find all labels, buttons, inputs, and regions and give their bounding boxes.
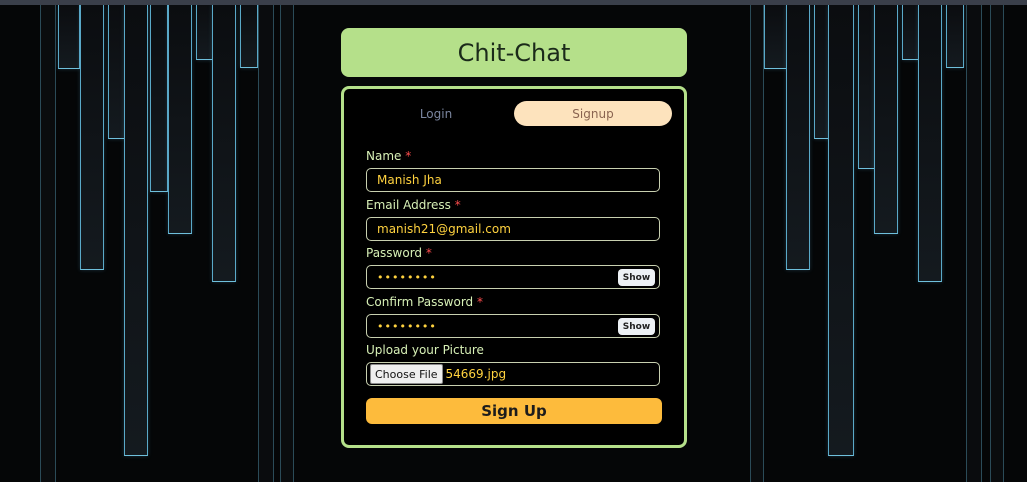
- selected-file-name: 54669.jpg: [445, 367, 507, 381]
- name-label: Name *: [366, 149, 411, 163]
- background-bar: [58, 5, 80, 69]
- background-bar: [750, 5, 764, 482]
- email-label-text: Email Address: [366, 198, 451, 212]
- background-bar: [764, 5, 788, 69]
- required-mark: *: [477, 295, 483, 309]
- tab-signup[interactable]: Signup: [514, 101, 672, 126]
- confirm-password-label-text: Confirm Password: [366, 295, 474, 309]
- choose-file-button[interactable]: Choose File: [370, 364, 443, 384]
- background-bar: [786, 5, 810, 270]
- show-confirm-password-button[interactable]: Show: [618, 318, 655, 335]
- background-bar: [874, 5, 898, 234]
- background-bar: [966, 5, 982, 482]
- background-bar: [258, 5, 274, 482]
- confirm-password-label: Confirm Password *: [366, 295, 483, 309]
- required-mark: *: [454, 198, 461, 212]
- sign-up-button[interactable]: Sign Up: [366, 398, 662, 424]
- password-field[interactable]: •••••••• Show: [366, 265, 660, 289]
- background-bar: [40, 5, 56, 482]
- required-mark: *: [425, 246, 432, 260]
- email-value: manish21@gmail.com: [377, 222, 511, 236]
- app-title: Chit-Chat: [457, 38, 571, 67]
- required-mark: *: [405, 149, 412, 163]
- background-bar: [280, 5, 294, 482]
- background-bar: [828, 5, 854, 456]
- background-bar: [946, 5, 964, 68]
- show-password-button[interactable]: Show: [618, 269, 655, 286]
- background-bar: [150, 5, 168, 192]
- background-bar: [240, 5, 258, 68]
- email-field[interactable]: manish21@gmail.com: [366, 217, 660, 241]
- background-bar: [212, 5, 236, 282]
- app-title-banner: Chit-Chat: [341, 28, 687, 77]
- signup-card: Login Signup Name * Manish Jha Email Add…: [341, 86, 687, 448]
- name-label-text: Name: [366, 149, 402, 163]
- name-field[interactable]: Manish Jha: [366, 168, 660, 192]
- background-bar: [168, 5, 192, 234]
- picture-upload-field[interactable]: Choose File 54669.jpg: [366, 362, 660, 386]
- tab-login[interactable]: Login: [360, 101, 512, 126]
- password-value: ••••••••: [377, 270, 437, 284]
- name-value: Manish Jha: [377, 173, 442, 187]
- password-label-text: Password: [366, 246, 423, 260]
- background-bar: [990, 5, 1004, 482]
- background-bar: [918, 5, 942, 282]
- email-label: Email Address *: [366, 198, 461, 212]
- upload-picture-label: Upload your Picture: [366, 343, 484, 357]
- confirm-password-value: ••••••••: [377, 319, 437, 333]
- background-bar: [124, 5, 148, 456]
- password-label: Password *: [366, 246, 432, 260]
- background-bar: [80, 5, 104, 270]
- confirm-password-field[interactable]: •••••••• Show: [366, 314, 660, 338]
